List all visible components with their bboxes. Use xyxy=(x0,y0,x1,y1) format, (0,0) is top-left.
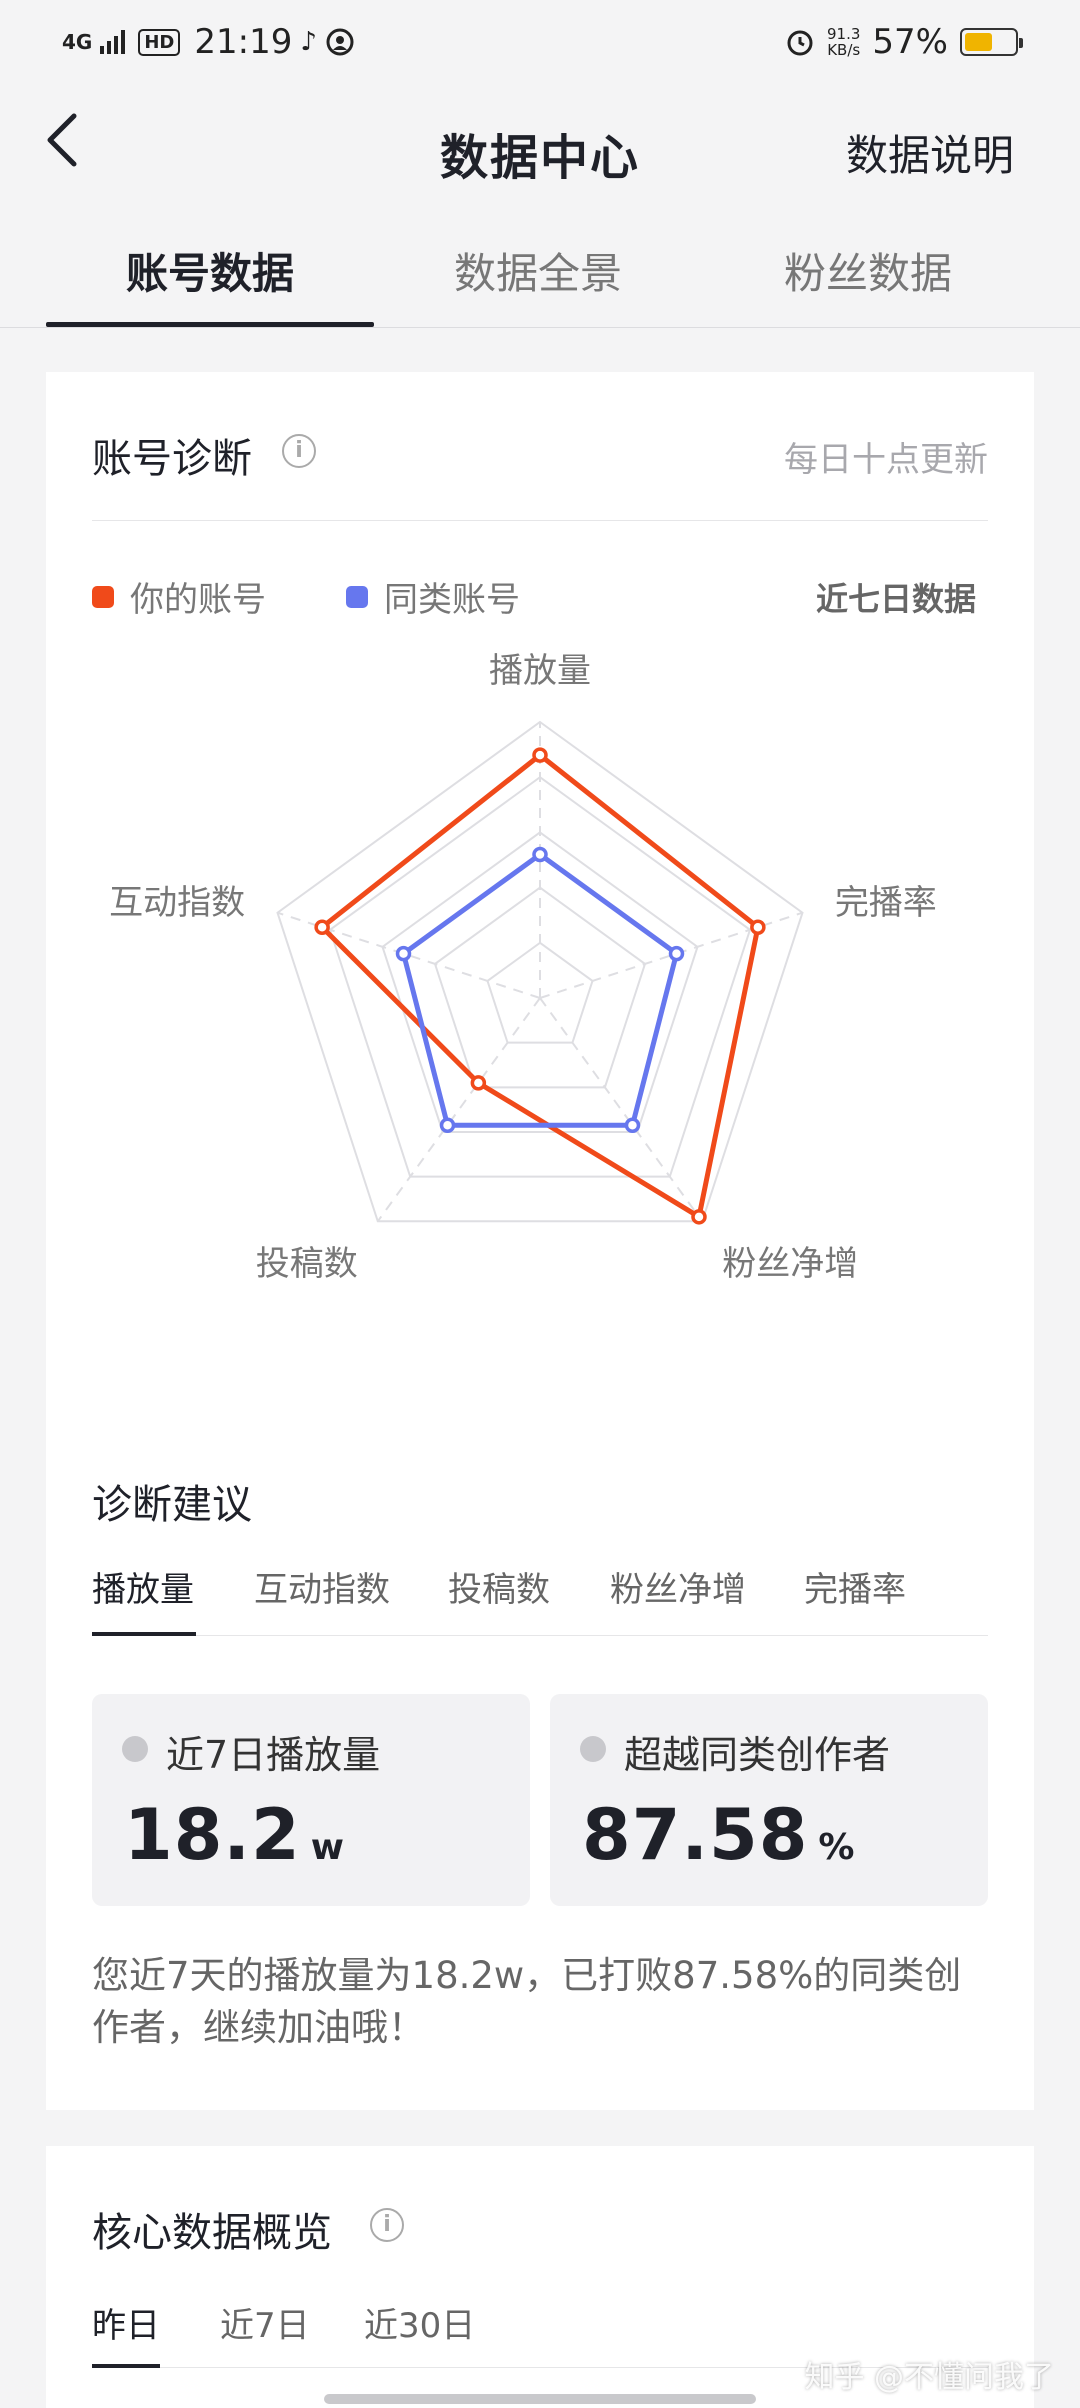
legend-swatch xyxy=(346,585,368,608)
metric-label: 近7日播放量 xyxy=(166,1733,381,1777)
radar-point xyxy=(750,919,766,935)
radar-point xyxy=(532,846,548,863)
radar-point xyxy=(470,1075,487,1091)
home-indicator[interactable] xyxy=(324,2394,756,2404)
status-time: 21:19 xyxy=(194,22,293,62)
radar-chart: 播放量完播率粉丝净增 投稿数 互动指数 xyxy=(109,651,937,1284)
battery-icon xyxy=(960,28,1023,56)
update-note: 每日十点更新 xyxy=(784,440,988,480)
period-label: 近七日数据 xyxy=(815,580,976,618)
divider xyxy=(92,520,988,521)
radar-axis-label: 互动指数 xyxy=(109,883,245,923)
subtab-plays[interactable]: 播放量 xyxy=(92,1562,194,1611)
radar-axis-label: 投稿数 xyxy=(256,1244,358,1284)
radar-series-line xyxy=(319,752,761,1220)
metric-value: 87.58% xyxy=(582,1794,856,1876)
legend-item-your-account: 你的账号 xyxy=(92,572,266,621)
subtab-interaction[interactable]: 互动指数 xyxy=(254,1562,390,1611)
suggestion-tabs: 播放量 互动指数 投稿数 粉丝净增 完播率 xyxy=(92,1562,988,1636)
overview-tab-underline xyxy=(92,2364,160,2368)
legend-label: 同类账号 xyxy=(384,580,520,620)
main-tabs: 账号数据 数据全景 粉丝数据 xyxy=(0,230,1080,328)
overview-title: 核心数据概览 xyxy=(92,2210,332,2256)
subtab-underline xyxy=(92,1632,196,1636)
radar-axis-label: 播放量 xyxy=(489,651,591,691)
tab-yesterday[interactable]: 昨日 xyxy=(92,2298,160,2347)
metric-card-plays: 近7日播放量 18.2 w xyxy=(92,1694,530,1906)
radar-point xyxy=(624,1117,641,1134)
data-help-link[interactable]: 数据说明 xyxy=(846,122,1014,183)
status-bar: 4G HD 21:19 ♪ 91.3 KB/s 57% xyxy=(0,0,1080,84)
radar-axis-line xyxy=(539,997,704,1222)
battery-percent: 57% xyxy=(872,22,948,62)
radar-point xyxy=(532,747,548,763)
suggestion-title: 诊断建议 xyxy=(92,1482,252,1528)
tab-data-panorama[interactable]: 数据全景 xyxy=(454,240,622,301)
info-icon[interactable]: i xyxy=(370,2208,404,2242)
metric-value: 18.2 w xyxy=(124,1794,345,1876)
radar-axis-label: 粉丝净增 xyxy=(722,1244,858,1284)
hd-icon: HD xyxy=(138,28,181,56)
radar-point xyxy=(691,1209,707,1225)
radar-axis-line xyxy=(376,997,541,1222)
radar-point xyxy=(439,1117,456,1134)
signal-icon: 4G xyxy=(62,30,93,54)
diagnosis-card: 账号诊断 i 每日十点更新 你的账号 同类账号 近七日数据 播放量 完播率 粉丝净增… xyxy=(46,372,1034,2110)
metric-label: 超越同类创作者 xyxy=(624,1733,891,1777)
subtab-completion-rate[interactable]: 完播率 xyxy=(804,1562,906,1611)
net-speed: 91.3 KB/s xyxy=(827,25,861,59)
nav-bar: 数据中心 数据说明 xyxy=(0,90,1080,210)
legend-swatch xyxy=(92,585,114,608)
battery-fill xyxy=(965,33,993,51)
tiktok-icon: ♪ xyxy=(300,27,317,57)
metric-card-surpass: 超越同类创作者 87.58% xyxy=(550,1694,988,1906)
diagnosis-title: 账号诊断 xyxy=(92,436,252,482)
metric-dot xyxy=(122,1736,148,1762)
tab-last-7-days[interactable]: 近7日 xyxy=(220,2298,310,2347)
radar-point xyxy=(395,945,412,962)
alarm-icon xyxy=(787,30,813,56)
tab-account-data[interactable]: 账号数据 xyxy=(126,240,294,301)
notification-icon xyxy=(326,28,354,56)
suggestion-summary: 您近7天的播放量为18.2w，已打败87.58%的同类创作者，继续加油哦！ xyxy=(92,1954,962,2049)
tab-last-30-days[interactable]: 近30日 xyxy=(364,2298,475,2347)
radar-axis-label: 完播率 xyxy=(835,883,937,923)
watermark: 知乎 @不懂问我了 xyxy=(804,2360,1054,2395)
tab-fan-data[interactable]: 粉丝数据 xyxy=(784,240,952,301)
tab-underline xyxy=(46,322,374,327)
legend-item-similar-account: 同类账号 xyxy=(346,572,520,621)
radar-point xyxy=(668,945,685,962)
info-icon[interactable]: i xyxy=(282,434,316,468)
subtab-fan-growth[interactable]: 粉丝净增 xyxy=(610,1562,746,1611)
legend-label: 你的账号 xyxy=(130,580,266,620)
subtab-posts[interactable]: 投稿数 xyxy=(448,1562,550,1611)
radar-point xyxy=(314,919,330,935)
signal-bars-icon xyxy=(100,30,126,54)
metric-dot xyxy=(580,1736,606,1762)
